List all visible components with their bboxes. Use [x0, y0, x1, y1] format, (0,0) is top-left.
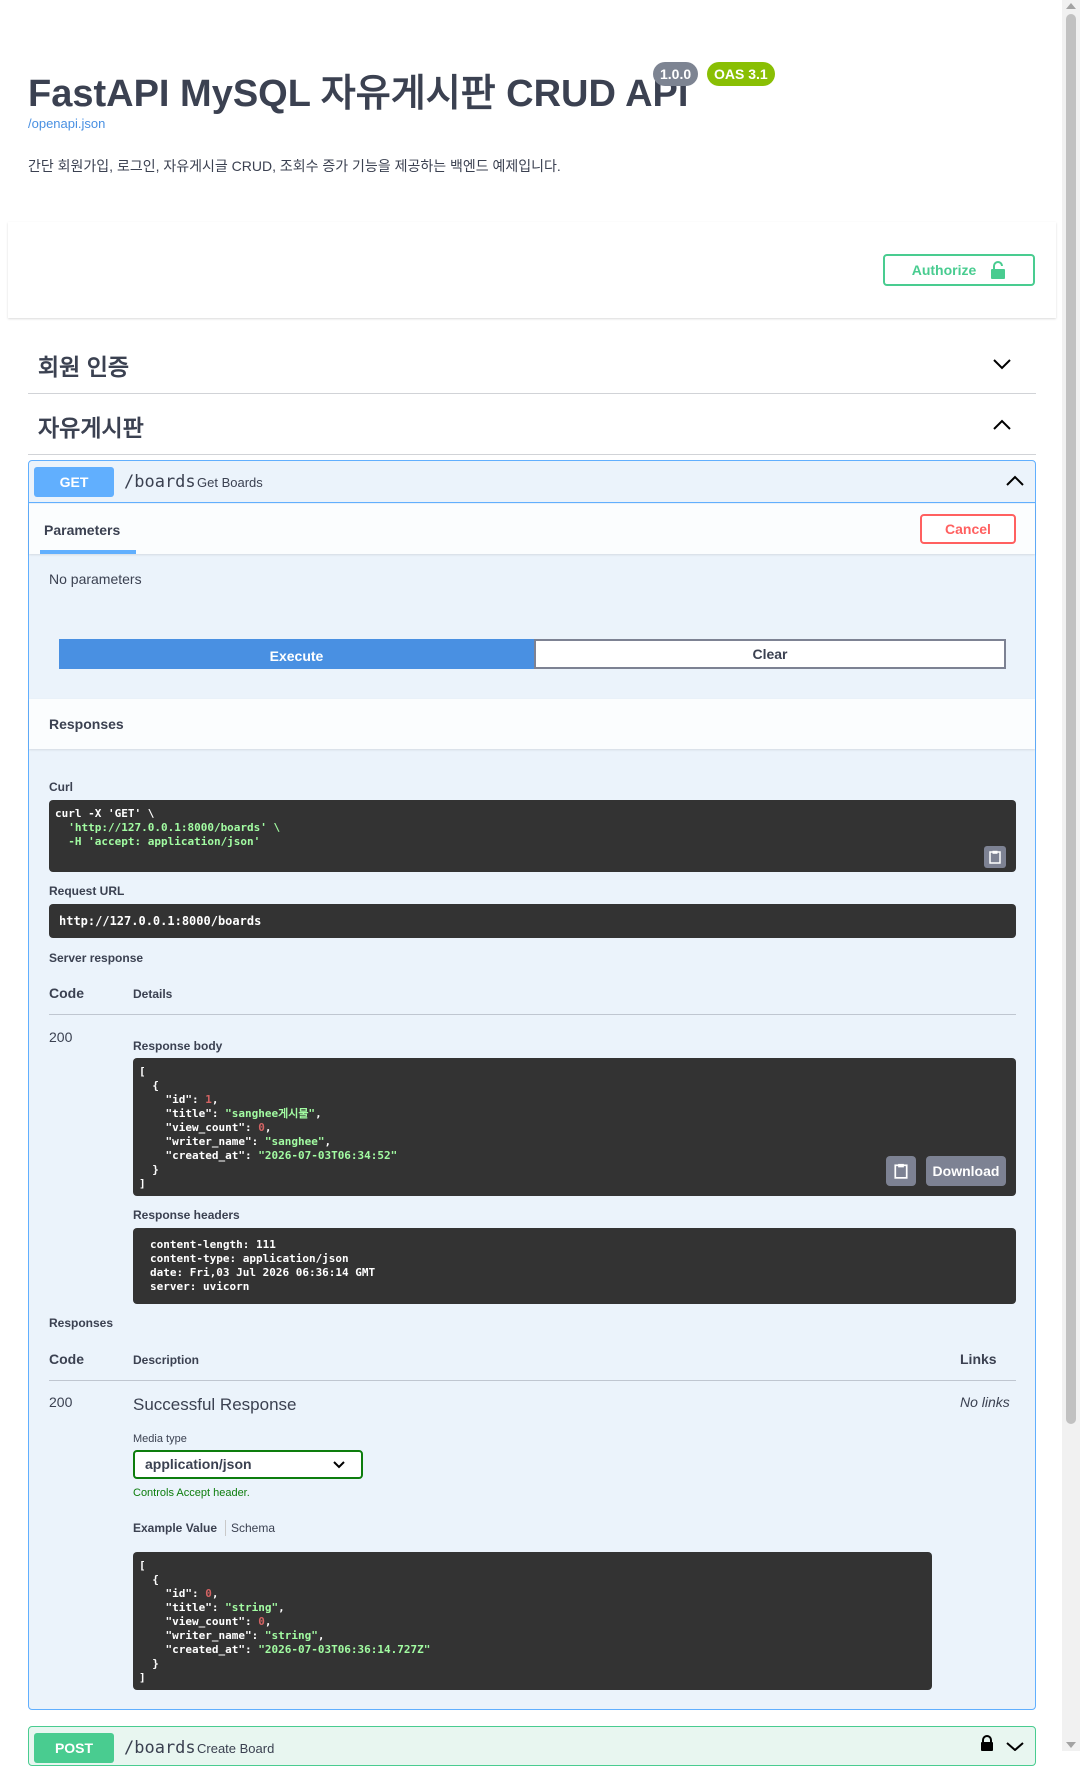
- field-view-count: 0: [258, 1121, 265, 1134]
- chevron-up-icon[interactable]: [1005, 475, 1025, 487]
- responses-label: Responses: [49, 1316, 114, 1330]
- tag-free-board[interactable]: 자유게시판: [28, 395, 1036, 455]
- response-body-label: Response body: [133, 1039, 223, 1053]
- scroll-thumb[interactable]: [1066, 14, 1076, 1424]
- field-view-count: 0: [258, 1615, 265, 1628]
- responses-title: Responses: [49, 716, 124, 732]
- execute-button[interactable]: Execute: [59, 639, 534, 669]
- table-divider: [49, 1380, 1016, 1381]
- operation-path: /boards: [124, 472, 196, 492]
- header-line: date: Fri,03 Jul 2026 06:36:14 GMT: [150, 1266, 376, 1279]
- lock-icon[interactable]: [980, 1735, 994, 1751]
- tab-example-value[interactable]: Example Value: [133, 1521, 217, 1535]
- clipboard-icon: [894, 1163, 908, 1179]
- code-header: Code: [49, 985, 84, 1001]
- curl-line: -H 'accept: application/json': [55, 835, 261, 848]
- tag-title: 자유게시판: [38, 415, 144, 441]
- chevron-up-icon: [993, 419, 1011, 430]
- table-divider: [49, 1014, 1016, 1015]
- download-button[interactable]: Download: [926, 1156, 1006, 1186]
- version-badge: 1.0.0: [653, 62, 699, 86]
- tab-schema[interactable]: Schema: [231, 1521, 275, 1535]
- openapi-json-link[interactable]: /openapi.json: [28, 116, 105, 131]
- field-writer-name: "sanghee": [264, 1135, 325, 1148]
- responses-header: [29, 699, 1035, 749]
- operation-summary: Create Board: [197, 1741, 275, 1756]
- response-headers-code[interactable]: content-length: 111 content-type: applic…: [133, 1228, 1016, 1304]
- chevron-down-icon: [993, 359, 1011, 370]
- no-links-text: No links: [960, 1394, 1010, 1410]
- description-header: Description: [133, 1353, 200, 1367]
- links-header: Links: [960, 1351, 997, 1367]
- media-type-value: application/json: [145, 1456, 252, 1472]
- api-description: 간단 회원가입, 로그인, 자유게시글 CRUD, 조회수 증가 기능을 제공하…: [28, 158, 561, 174]
- response-headers-label: Response headers: [133, 1208, 240, 1222]
- field-title: "sanghee게시물": [225, 1107, 316, 1120]
- operation-path: /boards: [124, 1738, 196, 1758]
- scroll-down-icon[interactable]: [1066, 1742, 1076, 1748]
- chevron-down-icon[interactable]: [1005, 1742, 1025, 1751]
- accept-header-note: Controls Accept header.: [133, 1487, 250, 1499]
- cancel-button[interactable]: Cancel: [920, 514, 1016, 544]
- header-line: server: uvicorn: [150, 1280, 250, 1293]
- request-url[interactable]: http://127.0.0.1:8000/boards: [49, 904, 1016, 938]
- clear-button[interactable]: Clear: [534, 639, 1006, 669]
- curl-label: Curl: [49, 780, 73, 794]
- field-title: "string": [225, 1601, 279, 1614]
- response-body-code[interactable]: [ { "id": 1, "title": "sanghee게시물", "vie…: [133, 1058, 1016, 1196]
- method-badge-post: POST: [34, 1733, 114, 1763]
- chevron-down-icon: [333, 1461, 345, 1469]
- example-value-code[interactable]: [ { "id": 0, "title": "string", "view_co…: [133, 1552, 932, 1690]
- copy-curl-button[interactable]: [984, 846, 1006, 868]
- server-response-label: Server response: [49, 951, 144, 965]
- no-parameters-text: No parameters: [49, 571, 142, 587]
- tag-title: 회원 인증: [38, 354, 130, 380]
- curl-line: 'http://127.0.0.1:8000/boards' \: [55, 821, 281, 834]
- details-header: Details: [133, 987, 173, 1001]
- operation-summary: Get Boards: [197, 475, 263, 490]
- field-created-at: "2026-07-03T06:36:14.727Z": [258, 1643, 431, 1656]
- curl-line: curl -X 'GET' \: [55, 807, 155, 820]
- field-created-at: "2026-07-03T06:34:52": [258, 1149, 398, 1162]
- parameters-header: [29, 504, 1035, 554]
- request-url-label: Request URL: [49, 884, 125, 898]
- curl-code[interactable]: curl -X 'GET' \ 'http://127.0.0.1:8000/b…: [49, 800, 1016, 872]
- status-code: 200: [49, 1029, 73, 1045]
- response-code: 200: [49, 1394, 73, 1410]
- header-line: content-type: application/json: [150, 1252, 349, 1265]
- page-title: FastAPI MySQL 자유게시판 CRUD API: [28, 73, 689, 115]
- method-badge-get: GET: [34, 467, 114, 497]
- field-id: 0: [205, 1587, 212, 1600]
- oas-badge: OAS 3.1: [707, 62, 775, 86]
- media-type-select[interactable]: application/json: [133, 1450, 363, 1479]
- copy-response-button[interactable]: [886, 1156, 916, 1186]
- header-line: content-length: 111: [150, 1238, 276, 1251]
- tab-separator: [225, 1520, 226, 1536]
- tab-parameters[interactable]: Parameters: [44, 522, 120, 538]
- authorize-label: Authorize: [911, 262, 977, 278]
- lock-open-icon: [991, 261, 1006, 279]
- media-type-label: Media type: [133, 1433, 187, 1445]
- page-scrollbar[interactable]: [1062, 0, 1080, 1751]
- scroll-up-icon[interactable]: [1066, 3, 1076, 9]
- field-writer-name: "string": [264, 1629, 318, 1642]
- clipboard-icon: [989, 850, 1001, 864]
- code-header: Code: [49, 1351, 84, 1367]
- tab-active-indicator: [40, 550, 136, 554]
- field-id: 1: [205, 1093, 212, 1106]
- authorize-button[interactable]: Authorize: [883, 254, 1035, 286]
- response-description: Successful Response: [133, 1395, 297, 1414]
- tag-member-auth[interactable]: 회원 인증: [28, 334, 1036, 394]
